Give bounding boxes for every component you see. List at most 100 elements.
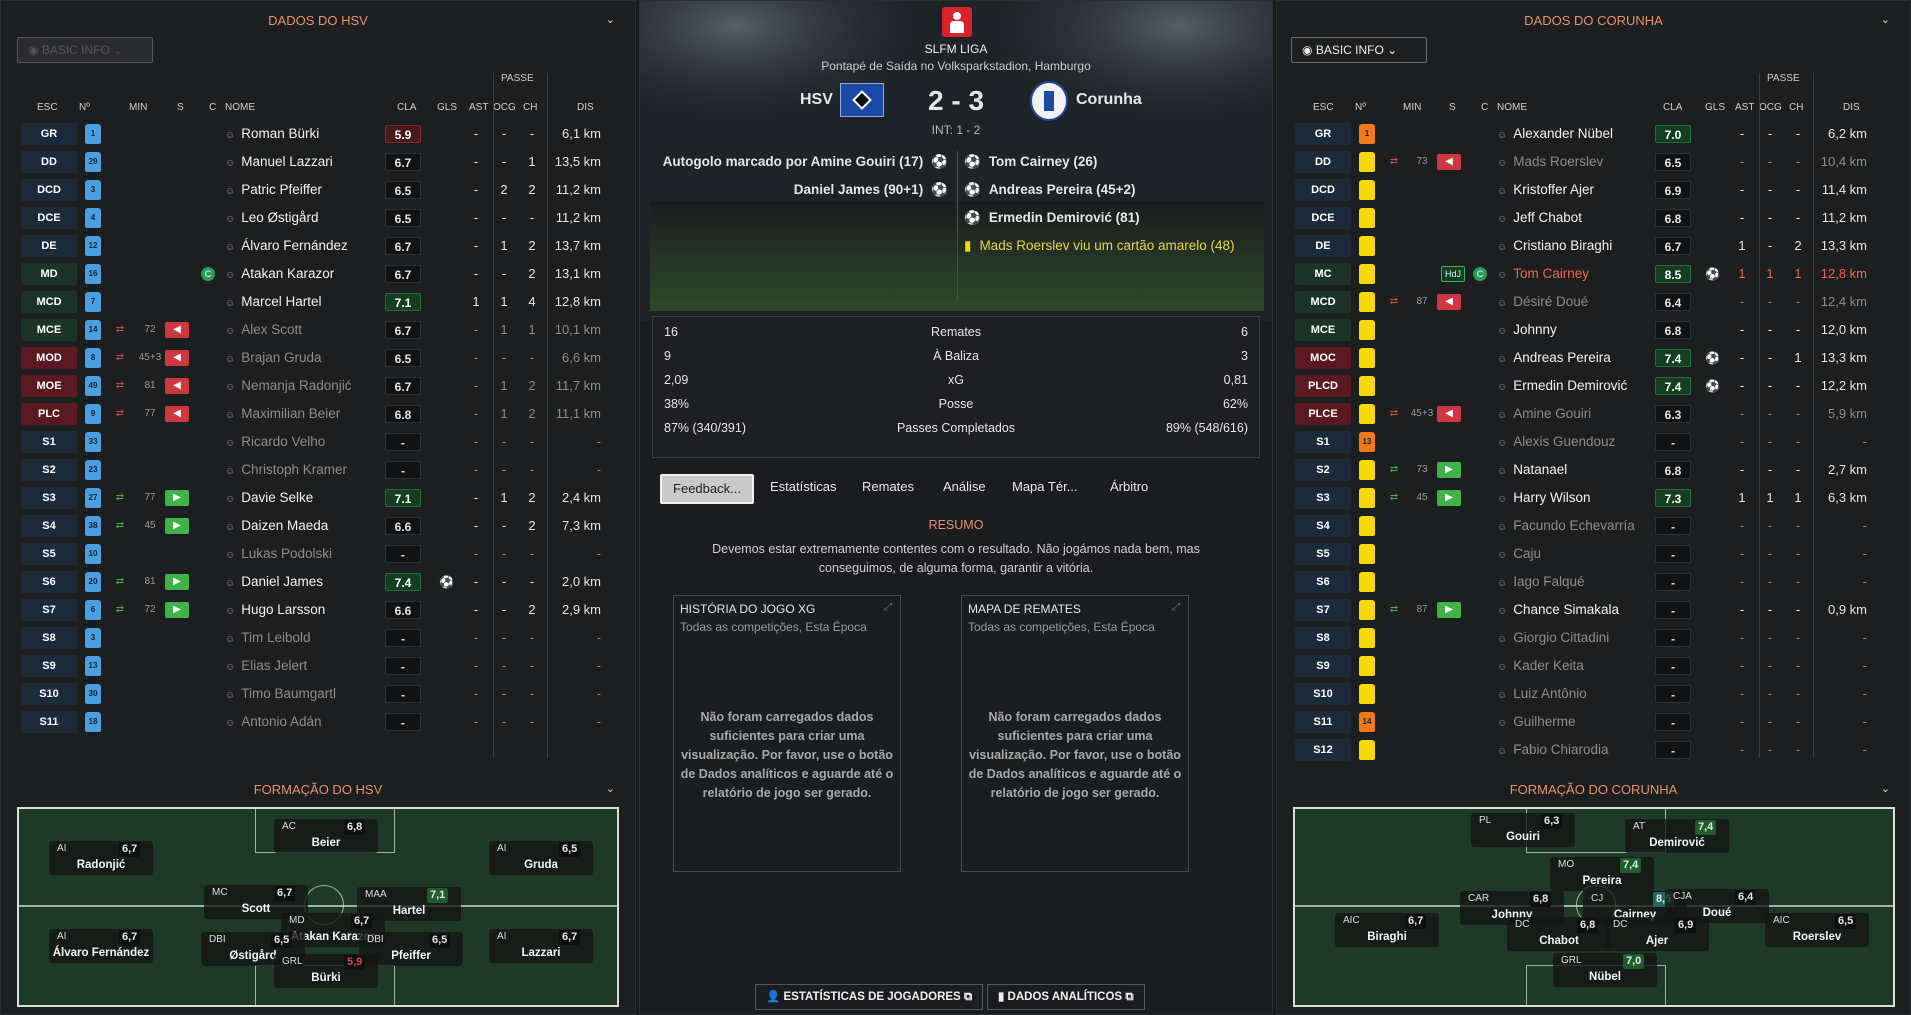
col-cla[interactable]: CLA [1663,102,1682,113]
col-c[interactable]: C [1481,102,1488,113]
player-name[interactable]: Maximilian Beier [225,400,340,428]
player-name[interactable]: Patric Pfeiffer [225,176,322,204]
player-name[interactable]: Brajan Gruda [225,344,321,372]
player-row[interactable]: MCD ⇄ 87 ◀ Désiré Doué 6.4 - - - 12,4 km [1277,288,1910,316]
player-row[interactable]: S7 6 ⇄ 72 ▶ Hugo Larsson 6.6 - - 2 2,9 km [1,596,635,624]
player-row[interactable]: S1 33 Ricardo Velho - - - - - [1,428,635,456]
player-name[interactable]: Kader Keita [1497,652,1584,680]
player-name[interactable]: Harry Wilson [1497,484,1590,512]
player-row[interactable]: S5 Caju - - - - - [1277,540,1910,568]
player-name[interactable]: Jeff Chabot [1497,204,1582,232]
chevron-down-icon[interactable]: ⌄ [606,782,615,795]
tab-statistics[interactable]: Estatísticas [770,479,836,494]
player-row[interactable]: PLCD Ermedin Demirović 7.4 ⚽ - - - 12,2 km [1277,372,1910,400]
chevron-down-icon[interactable]: ⌄ [1881,782,1890,795]
col-s[interactable]: S [1449,102,1456,113]
player-name[interactable]: Tim Leibold [225,624,310,652]
away-team-name[interactable]: Corunha [1076,91,1142,109]
player-row[interactable]: S8 3 Tim Leibold - - - - - [1,624,635,652]
player-row[interactable]: GR 1 Roman Bürki 5.9 - - - 6,1 km [1,120,635,148]
player-name[interactable]: Caju [1497,540,1541,568]
player-row[interactable]: DCD Kristoffer Ajer 6.9 - - - 11,4 km [1277,176,1910,204]
analytics-button[interactable]: ▮ DADOS ANALÍTICOS ⧉ [987,984,1145,1010]
player-name[interactable]: Giorgio Cittadini [1497,624,1609,652]
player-name[interactable]: Guilherme [1497,708,1575,736]
formation-player-token[interactable]: AI 6,5 Gruda [489,841,593,875]
formation-player-token[interactable]: AI 6,7 Álvaro Fernández [49,929,153,963]
tab-heat-map[interactable]: Mapa Tér... [1012,479,1078,494]
formation-player-token[interactable]: AI 6,7 Radonjić [49,841,153,875]
basic-info-dropdown[interactable]: ◉ BASIC INFO ⌄ [1291,37,1427,63]
player-row[interactable]: DCE 4 Leo Østigård 6.5 - - - 11,2 km [1,204,635,232]
formation-player-token[interactable]: PL 6,3 Gouiri [1471,813,1575,847]
player-name[interactable]: Iago Falqué [1497,568,1584,596]
player-row[interactable]: MD 16 C Atakan Karazor 6.7 - - 2 13,1 km [1,260,635,288]
corunha-crest-icon[interactable] [1030,81,1068,121]
player-name[interactable]: Chance Simakala [1497,596,1619,624]
formation-player-token[interactable]: GRL 5,9 Bürki [274,954,378,988]
player-name[interactable]: Andreas Pereira [1497,344,1611,372]
player-row[interactable]: DCE Jeff Chabot 6.8 - - - 11,2 km [1277,204,1910,232]
player-row[interactable]: S12 Fabio Chiarodia - - - - - [1277,736,1910,764]
shot-map-card[interactable]: MAPA DE REMATES ⤢ Todas as competições, … [961,595,1189,872]
player-row[interactable]: MOC Andreas Pereira 7.4 ⚽ - - 1 13,3 km [1277,344,1910,372]
player-row[interactable]: S9 13 Elias Jelert - - - - - [1,652,635,680]
player-row[interactable]: S4 38 ⇄ 45 ▶ Daizen Maeda 6.6 - - 2 7,3 km [1,512,635,540]
player-row[interactable]: S3 ⇄ 45 ▶ Harry Wilson 7.3 1 1 1 6,3 km [1277,484,1910,512]
player-name[interactable]: Facundo Echevarría [1497,512,1635,540]
player-row[interactable]: DD ⇄ 73 ◀ Mads Roerslev 6.5 - - - 10,4 km [1277,148,1910,176]
chevron-down-icon[interactable]: ⌄ [606,13,615,26]
col-c[interactable]: C [209,102,216,113]
player-row[interactable]: PLCE ⇄ 45+3◀ Amine Gouiri 6.3 - - - 5,9 km [1277,400,1910,428]
formation-player-token[interactable]: AC 6,8 Beier [274,819,378,853]
player-name[interactable]: Ricardo Velho [225,428,325,456]
col-gls[interactable]: GLS [437,102,457,113]
player-name[interactable]: Fabio Chiarodia [1497,736,1608,764]
col-ast[interactable]: AST [1735,102,1754,113]
player-name[interactable]: Marcel Hartel [225,288,321,316]
player-row[interactable]: MC HdJ C Tom Cairney 8.5 ⚽ 1 1 1 12,8 km [1277,260,1910,288]
player-name[interactable]: Désiré Doué [1497,288,1588,316]
player-name[interactable]: Tom Cairney [1497,260,1589,288]
player-row[interactable]: GR 1 Alexander Nübel 7.0 - - - 6,2 km [1277,120,1910,148]
player-name[interactable]: Nemanja Radonjić [225,372,351,400]
player-name[interactable]: Amine Gouiri [1497,400,1591,428]
player-name[interactable]: Atakan Karazor [225,260,334,288]
tab-referee[interactable]: Árbitro [1110,479,1148,494]
col-dis[interactable]: DIS [1843,102,1860,113]
col-min[interactable]: MIN [129,102,147,113]
player-row[interactable]: MCD 7 Marcel Hartel 7.1 1 1 4 12,8 km [1,288,635,316]
player-row[interactable]: MCE Johnny 6.8 - - - 12,0 km [1277,316,1910,344]
formation-player-token[interactable]: DC 6,9 Ajer [1605,917,1709,951]
player-name[interactable]: Manuel Lazzari [225,148,333,176]
player-name[interactable]: Daizen Maeda [225,512,328,540]
tab-shots[interactable]: Remates [862,479,914,494]
expand-icon[interactable]: ⤢ [884,602,892,613]
player-row[interactable]: MOD 8 ⇄ 45+3◀ Brajan Gruda 6.5 - - - 6,6 km [1,344,635,372]
player-name[interactable]: Roman Bürki [225,120,319,148]
player-name[interactable]: Daniel James [225,568,323,596]
player-row[interactable]: DE12Álvaro Fernández6.7-1213,7 km [1,232,635,260]
player-name[interactable]: Christoph Kramer [225,456,347,484]
player-row[interactable]: S8 Giorgio Cittadini - - - - - [1277,624,1910,652]
player-name[interactable]: Leo Østigård [225,204,318,232]
formation-player-token[interactable]: AIC 6,5 Roerslev [1765,913,1869,947]
player-row[interactable]: S2 ⇄ 73 ▶ Natanael 6.8 - - - 2,7 km [1277,456,1910,484]
formation-player-token[interactable]: DC 6,8 Chabot [1507,917,1611,951]
player-name[interactable]: Ermedin Demirović [1497,372,1627,400]
col-ocg[interactable]: OCG [1759,102,1782,113]
player-name[interactable]: Kristoffer Ajer [1497,176,1594,204]
player-row[interactable]: S7 ⇄ 87 ▶ Chance Simakala - - - - 0,9 km [1277,596,1910,624]
col-nome[interactable]: NOME [225,102,255,113]
tab-analysis[interactable]: Análise [943,479,986,494]
col-nome[interactable]: NOME [1497,102,1527,113]
player-row[interactable]: DD 29 Manuel Lazzari 6.7 - - 1 13,5 km [1,148,635,176]
player-name[interactable]: Alex Scott [225,316,302,344]
formation-player-token[interactable]: AIC 6,7 Biraghi [1335,913,1439,947]
player-row[interactable]: S1 13 Alexis Guendouz - - - - - [1277,428,1910,456]
player-row[interactable]: S9 Kader Keita - - - - - [1277,652,1910,680]
player-name[interactable]: Davie Selke [225,484,313,512]
player-name[interactable]: Antonio Adán [225,708,321,736]
formation-player-token[interactable]: GRL 7,0 Nübel [1553,953,1657,987]
chevron-down-icon[interactable]: ⌄ [1881,13,1890,26]
